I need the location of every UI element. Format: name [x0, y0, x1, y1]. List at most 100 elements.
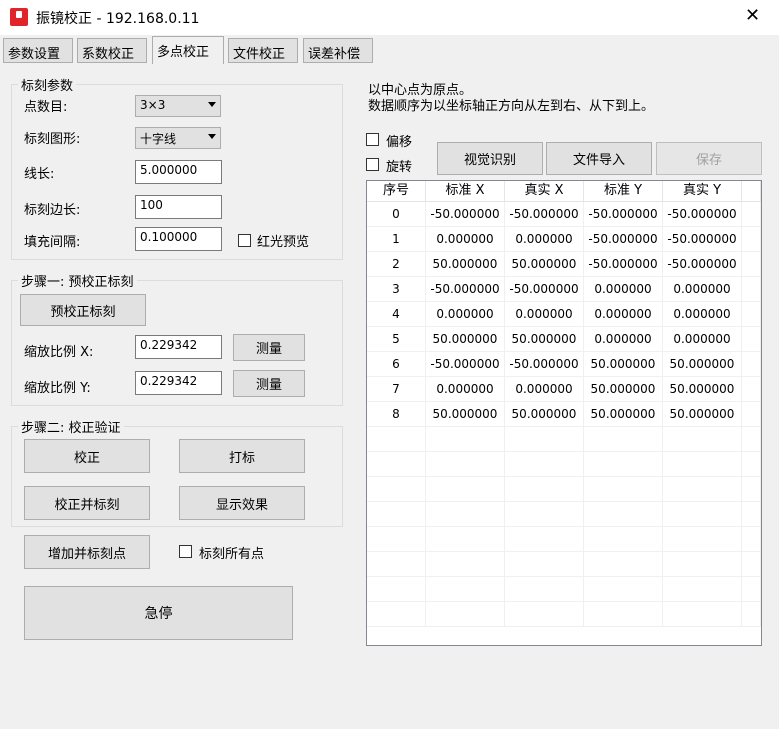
tab-coef[interactable]: 系数校正: [77, 38, 147, 63]
add-mark-point-button[interactable]: 增加并标刻点: [24, 535, 150, 569]
table-cell: 7: [367, 377, 426, 401]
table-row[interactable]: 4 0.000000 0.000000 0.000000 0.000000: [367, 302, 761, 327]
table-cell: 8: [367, 402, 426, 426]
table-cell: [663, 452, 742, 476]
table-cell: 50.000000: [505, 327, 584, 351]
table-row[interactable]: [367, 577, 761, 602]
header-std-y[interactable]: 标准 Y: [584, 181, 663, 201]
redlight-checkbox[interactable]: [238, 234, 251, 247]
table-cell: 50.000000: [505, 402, 584, 426]
table-row[interactable]: 7 0.000000 0.000000 50.000000 50.000000: [367, 377, 761, 402]
pattern-select[interactable]: 十字线: [135, 127, 221, 149]
table-cell: 0.000000: [426, 227, 505, 251]
table-row[interactable]: 5 50.000000 50.000000 0.000000 0.000000: [367, 327, 761, 352]
table-cell: [426, 502, 505, 526]
table-cell: 0.000000: [584, 277, 663, 301]
length-input[interactable]: 5.000000: [135, 160, 222, 184]
import-button[interactable]: 文件导入: [546, 142, 652, 175]
table-cell: [742, 227, 761, 251]
table-cell: [505, 552, 584, 576]
table-cell: 0.000000: [505, 227, 584, 251]
save-button[interactable]: 保存: [656, 142, 762, 175]
table-row[interactable]: 3 -50.000000 -50.000000 0.000000 0.000000: [367, 277, 761, 302]
table-cell: 50.000000: [426, 402, 505, 426]
points-table[interactable]: 序号 标准 X 真实 X 标准 Y 真实 Y 0 -50.000000 -50.00…: [366, 180, 762, 646]
table-row[interactable]: [367, 527, 761, 552]
table-cell: [584, 477, 663, 501]
table-cell: 0.000000: [426, 302, 505, 326]
table-cell: [663, 527, 742, 551]
table-cell: 3: [367, 277, 426, 301]
offset-checkbox[interactable]: [366, 133, 379, 146]
table-cell: 50.000000: [426, 252, 505, 276]
table-row[interactable]: 1 0.000000 0.000000 -50.000000 -50.000000: [367, 227, 761, 252]
app-icon: [10, 8, 28, 26]
tab-multipoint[interactable]: 多点校正: [152, 36, 224, 64]
measure-y-button[interactable]: 测量: [233, 370, 305, 397]
points-select[interactable]: 3×3: [135, 95, 221, 117]
table-cell: [742, 327, 761, 351]
header-std-x[interactable]: 标准 X: [426, 181, 505, 201]
correct-button[interactable]: 校正: [24, 439, 150, 473]
table-cell: [584, 602, 663, 626]
table-row[interactable]: [367, 502, 761, 527]
table-cell: -50.000000: [426, 202, 505, 226]
table-row[interactable]: 8 50.000000 50.000000 50.000000 50.000000: [367, 402, 761, 427]
mark-button[interactable]: 打标: [179, 439, 305, 473]
vision-button[interactable]: 视觉识别: [437, 142, 543, 175]
table-row[interactable]: [367, 552, 761, 577]
table-row[interactable]: [367, 452, 761, 477]
table-cell: -50.000000: [584, 227, 663, 251]
close-icon[interactable]: ✕: [745, 5, 760, 26]
table-cell: -50.000000: [663, 227, 742, 251]
scale-x-input[interactable]: 0.229342: [135, 335, 222, 359]
show-effect-button[interactable]: 显示效果: [179, 486, 305, 520]
step2-label: 步骤二: 校正验证: [18, 417, 124, 436]
table-cell: [367, 452, 426, 476]
table-cell: 1: [367, 227, 426, 251]
table-cell: [742, 277, 761, 301]
table-row[interactable]: [367, 427, 761, 452]
table-cell: [367, 502, 426, 526]
pattern-label: 标刻图形:: [24, 132, 81, 147]
table-row[interactable]: [367, 477, 761, 502]
header-index[interactable]: 序号: [367, 181, 426, 201]
rotate-checkbox[interactable]: [366, 158, 379, 171]
points-value: 3×3: [140, 98, 166, 112]
premark-button[interactable]: 预校正标刻: [20, 294, 146, 326]
table-row[interactable]: 2 50.000000 50.000000 -50.000000 -50.000000: [367, 252, 761, 277]
emergency-stop-button[interactable]: 急停: [24, 586, 293, 640]
scale-y-input[interactable]: 0.229342: [135, 371, 222, 395]
table-row[interactable]: 6 -50.000000 -50.000000 50.000000 50.000000: [367, 352, 761, 377]
table-cell: [426, 477, 505, 501]
table-cell: [426, 427, 505, 451]
points-label: 点数目:: [24, 100, 68, 115]
table-cell: [742, 377, 761, 401]
redlight-label: 红光预览: [257, 235, 310, 250]
rotate-label: 旋转: [386, 160, 413, 175]
length-label: 线长:: [24, 167, 55, 182]
correct-and-mark-button[interactable]: 校正并标刻: [24, 486, 150, 520]
table-cell: [505, 602, 584, 626]
table-cell: 6: [367, 352, 426, 376]
mark-all-checkbox[interactable]: [179, 545, 192, 558]
tab-error[interactable]: 误差补偿: [303, 38, 373, 63]
table-cell: [742, 527, 761, 551]
side-input[interactable]: 100: [135, 195, 222, 219]
table-cell: 50.000000: [663, 352, 742, 376]
table-cell: [663, 602, 742, 626]
header-real-y[interactable]: 真实 Y: [663, 181, 742, 201]
table-cell: [742, 427, 761, 451]
measure-x-button[interactable]: 测量: [233, 334, 305, 361]
table-cell: 50.000000: [505, 252, 584, 276]
tab-file[interactable]: 文件校正: [228, 38, 298, 63]
table-row[interactable]: 0 -50.000000 -50.000000 -50.000000 -50.00000…: [367, 202, 761, 227]
table-cell: [426, 452, 505, 476]
table-row[interactable]: [367, 602, 761, 627]
header-real-x[interactable]: 真实 X: [505, 181, 584, 201]
table-cell: [426, 602, 505, 626]
tab-params[interactable]: 参数设置: [3, 38, 73, 63]
fill-input[interactable]: 0.100000: [135, 227, 222, 251]
table-cell: [426, 577, 505, 601]
table-cell: [742, 352, 761, 376]
